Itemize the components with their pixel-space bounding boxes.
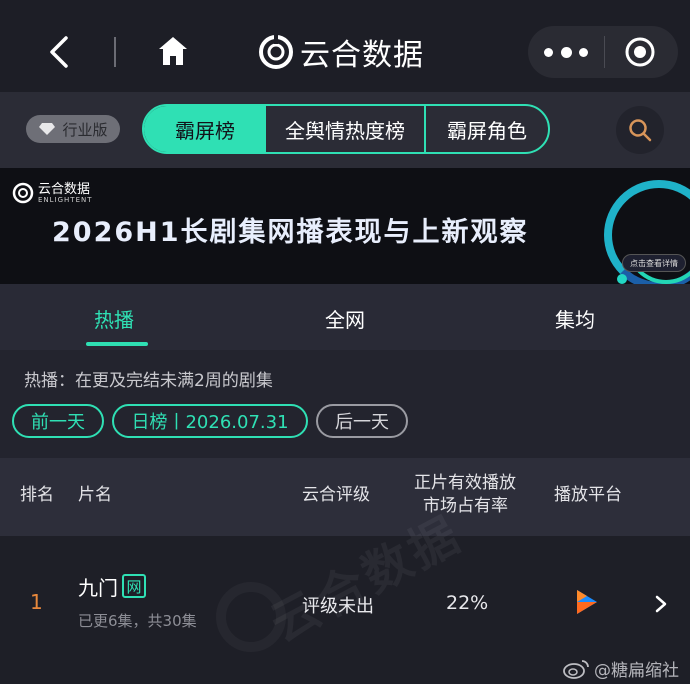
- header-name: 片名: [78, 485, 112, 505]
- home-icon[interactable]: [156, 34, 190, 68]
- app-title: 云合数据: [300, 38, 424, 73]
- row-market-share: 22%: [446, 592, 489, 614]
- edition-label: 行业版: [62, 120, 108, 139]
- weibo-handle: @糖扁缩社: [594, 661, 679, 681]
- row-show-name[interactable]: 九门: [78, 572, 118, 601]
- nav-divider: [114, 37, 116, 67]
- banner-indicator-dot: [617, 274, 627, 284]
- table-header: 排名 片名 云合评级 正片有效播放 市场占有率 播放平台: [0, 458, 690, 536]
- row-grade: 评级未出: [302, 596, 374, 617]
- tab-public-opinion-heat[interactable]: 全舆情热度榜: [266, 106, 426, 152]
- search-icon: [629, 119, 652, 142]
- ranking-type-switch: 霸屏榜 全舆情热度榜 霸屏角色: [142, 104, 550, 154]
- chevron-right-icon[interactable]: [654, 594, 668, 614]
- banner-cta-button[interactable]: 点击查看详情: [622, 254, 686, 272]
- next-day-button[interactable]: 后一天: [316, 404, 408, 438]
- row-rank: 1: [30, 590, 43, 614]
- capsule-divider: [604, 36, 605, 68]
- scope-tabs: 热播 全网 集均: [0, 284, 690, 350]
- close-target-icon[interactable]: [624, 36, 656, 68]
- search-button[interactable]: [616, 106, 664, 154]
- promo-banner[interactable]: 云合数据 ENLIGHTENT 2026H1长剧集网播表现与上新观察 点击查看详…: [0, 168, 690, 284]
- header-rank: 排名: [20, 485, 54, 505]
- tab-all-network[interactable]: 全网: [325, 304, 365, 333]
- banner-logo: 云合数据 ENLIGHTENT: [12, 182, 93, 204]
- row-episode-info: 已更6集，共30集: [78, 612, 197, 630]
- header-platform: 播放平台: [554, 485, 622, 505]
- ranking-description: 热播：在更及完结未满2周的剧集: [24, 371, 273, 391]
- diamond-icon: [39, 123, 56, 135]
- tab-bapingbang[interactable]: 霸屏榜: [144, 106, 266, 152]
- banner-logo-text: 云合数据: [38, 181, 91, 197]
- banner-logo-sub: ENLIGHTENT: [38, 195, 93, 204]
- back-icon[interactable]: [44, 34, 74, 70]
- tab-baping-roles[interactable]: 霸屏角色: [426, 106, 548, 152]
- active-tab-indicator: [86, 342, 148, 346]
- youku-icon[interactable]: [574, 588, 600, 616]
- yunhe-logo-icon: [12, 182, 34, 204]
- web-drama-badge: 网: [122, 574, 146, 598]
- weibo-watermark: @糖扁缩社: [562, 656, 679, 681]
- tab-hot-airing[interactable]: 热播: [94, 304, 134, 333]
- date-selector[interactable]: 日榜丨2026.07.31: [112, 404, 308, 438]
- app-logo: 云合数据: [258, 30, 424, 74]
- edition-badge[interactable]: 行业版: [26, 115, 120, 143]
- header-share-line1: 正片有效播放: [414, 473, 516, 493]
- weibo-icon: [563, 659, 589, 679]
- tab-per-episode[interactable]: 集均: [555, 304, 595, 333]
- more-icon[interactable]: [544, 40, 588, 64]
- header-grade: 云合评级: [302, 485, 370, 505]
- prev-day-button[interactable]: 前一天: [12, 404, 104, 438]
- banner-title: 2026H1长剧集网播表现与上新观察: [52, 217, 529, 248]
- yunhe-logo-icon: [259, 34, 293, 69]
